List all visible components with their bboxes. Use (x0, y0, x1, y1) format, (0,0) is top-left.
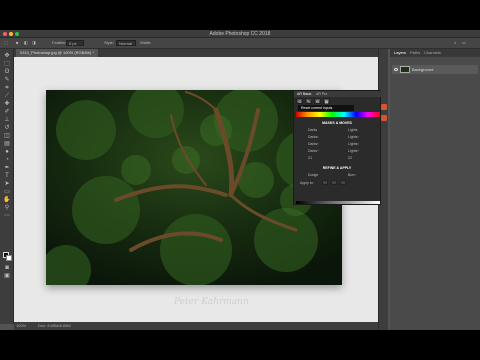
zoom-tool-icon[interactable]: ⚲ (3, 205, 11, 211)
document-info[interactable]: Doc: 8.65M/8.65M (38, 322, 71, 330)
eraser-tool-icon[interactable]: ◫ (3, 133, 11, 139)
width-label: Width: (140, 40, 152, 45)
ar-lights2-button[interactable]: Lights² (348, 135, 359, 139)
quick-mask-icon[interactable]: ◙ (3, 265, 11, 271)
subtract-selection-icon[interactable]: ◨ (32, 40, 36, 45)
document-tab[interactable]: 0310_Photoshop.jpg @ 100% (RGB/8#) * (16, 49, 98, 57)
ar-gray-gradient (296, 201, 380, 204)
eye-icon[interactable] (394, 68, 398, 71)
ar-color-scale[interactable] (296, 112, 380, 117)
tab-ar-pro[interactable]: AR Pro (316, 92, 327, 96)
ar-dropper-button[interactable]: ✎ (305, 98, 312, 104)
ar-burn-button[interactable]: Burn (348, 173, 355, 177)
screen-mode-icon[interactable]: ▣ (3, 273, 11, 279)
ar-panel: AR Basic AR Pro ⟲ ✎ ⚙ ▦ Reset current in… (293, 90, 382, 205)
healing-brush-tool-icon[interactable]: ✚ (3, 101, 11, 107)
crop-tool-icon[interactable]: ⌗ (3, 85, 11, 91)
zoom-level[interactable]: 100% (16, 322, 26, 330)
ar-lights4-button[interactable]: Lights⁴ (348, 149, 359, 153)
ar-darks2-button[interactable]: Darks² (308, 135, 318, 139)
lasso-tool-icon[interactable]: ʘ (3, 69, 11, 75)
pen-tool-icon[interactable]: ✒ (3, 165, 11, 171)
apply-mask-button[interactable] (331, 180, 337, 185)
layer-thumbnail (400, 66, 410, 73)
apply-to-label: Apply to: (300, 181, 314, 185)
apply-layer-button[interactable] (322, 180, 328, 185)
ar-panel-icon[interactable] (381, 104, 387, 110)
style-label: Style: (104, 40, 115, 45)
photographer-signature: Peter Kahrmann (174, 297, 249, 307)
photoshop-window: Adobe Photoshop CC 2018 ⬚ ■ ◧ ◨ Feather:… (0, 30, 480, 330)
marquee-tool-icon[interactable]: ⬚ (4, 40, 8, 45)
ar-darks-button[interactable]: Darks (308, 128, 317, 132)
ar-lights3-button[interactable]: Lights³ (348, 142, 359, 146)
layer-row[interactable]: Background (392, 65, 478, 74)
refine-apply-title: REFINE & APPLY (322, 166, 352, 170)
background-color-swatch[interactable] (6, 255, 12, 261)
path-select-tool-icon[interactable]: ➤ (3, 181, 11, 187)
tools-panel: ✥ ⬚ ʘ ✎ ⌗ ⟋ ✚ ✐ ⊥ ↺ ◫ ▤ ● ◔ ✒ T ➤ ▭ ✋ ⚲ … (0, 49, 14, 324)
status-bar: 100% Doc: 8.65M/8.65M (14, 322, 378, 330)
ar-layer-button[interactable]: ▦ (323, 98, 330, 104)
add-selection-icon[interactable]: ◧ (24, 40, 28, 45)
hand-tool-icon[interactable]: ✋ (3, 197, 11, 203)
app-title: Adobe Photoshop CC 2018 (209, 31, 271, 37)
blur-tool-icon[interactable]: ● (3, 149, 11, 155)
ar-zone1-button[interactable]: Z1 (308, 156, 312, 160)
move-tool-icon[interactable]: ✥ (3, 53, 11, 59)
ar-darks4-button[interactable]: Darks⁴ (308, 149, 319, 153)
layer-name[interactable]: Background (412, 67, 433, 72)
apply-selection-button[interactable] (340, 180, 346, 185)
quick-select-tool-icon[interactable]: ✎ (3, 77, 11, 83)
tab-channels[interactable]: Channels (424, 50, 441, 55)
feather-input[interactable]: 0 px (66, 40, 84, 46)
options-bar: ⬚ ■ ◧ ◨ Feather: 0 px Style: Normal Widt… (0, 38, 480, 49)
ar-tooltip: Reset current inputs (298, 105, 354, 111)
ar-toolbar: ⟲ ✎ ⚙ ▦ (296, 98, 380, 105)
marquee-tool-icon[interactable]: ⬚ (3, 61, 11, 67)
layers-panel: Layers Paths Channels Background (390, 49, 480, 330)
eyedropper-tool-icon[interactable]: ⟋ (3, 93, 11, 99)
shape-tool-icon[interactable]: ▭ (3, 189, 11, 195)
title-bar: Adobe Photoshop CC 2018 (0, 30, 480, 38)
layers-panel-tabs: Layers Paths Channels (390, 49, 480, 57)
ar-dodge-button[interactable]: Dodge (308, 173, 318, 177)
ar-panel-alt-icon[interactable] (381, 115, 387, 121)
ar-settings-button[interactable]: ⚙ (314, 98, 321, 104)
style-select[interactable]: Normal (116, 40, 136, 46)
clone-stamp-tool-icon[interactable]: ⊥ (3, 117, 11, 123)
history-brush-tool-icon[interactable]: ↺ (3, 125, 11, 131)
tab-paths[interactable]: Paths (410, 50, 420, 55)
ar-reset-button[interactable]: ⟲ (296, 98, 303, 104)
brush-tool-icon[interactable]: ✐ (3, 109, 11, 115)
more-tools-icon[interactable]: ⋯ (3, 213, 11, 219)
tab-layers[interactable]: Layers (394, 50, 406, 55)
ar-darks3-button[interactable]: Darks³ (308, 142, 318, 146)
tab-ar-basic[interactable]: AR Basic (297, 92, 311, 96)
type-tool-icon[interactable]: T (3, 173, 11, 179)
ar-panel-tabs: AR Basic AR Pro (294, 91, 382, 97)
masks-moves-title: MASKS & MOVES (322, 121, 352, 125)
workspace-icon[interactable]: ▭ (462, 40, 466, 45)
ar-zone2-button[interactable]: Z2 (348, 156, 352, 160)
ar-lights-button[interactable]: Lights (348, 128, 357, 132)
dodge-tool-icon[interactable]: ◔ (3, 157, 11, 163)
new-selection-icon[interactable]: ■ (16, 40, 18, 45)
search-icon[interactable]: ⌕ (454, 40, 456, 45)
gradient-tool-icon[interactable]: ▤ (3, 141, 11, 147)
feather-label: Feather: (52, 40, 67, 45)
document-tab-bar: 0310_Photoshop.jpg @ 100% (RGB/8#) * (14, 49, 378, 57)
